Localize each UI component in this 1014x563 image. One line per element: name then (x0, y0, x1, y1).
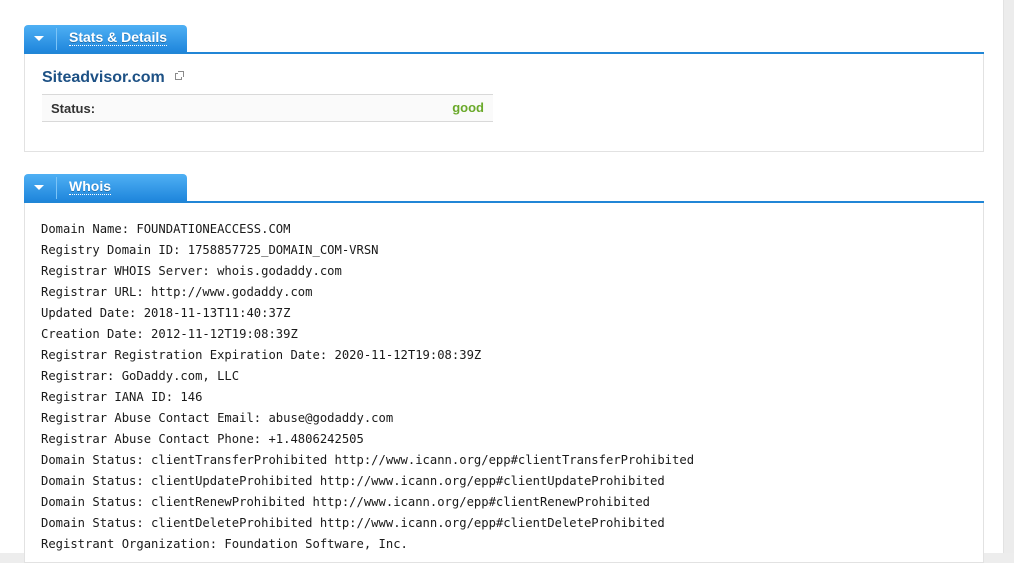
whois-panel: Domain Name: FOUNDATIONEACCESS.COM Regis… (24, 203, 984, 563)
caret-down-icon[interactable] (34, 185, 44, 190)
stats-details-panel: Siteadvisor.com Status: good (24, 54, 984, 152)
status-value: good (452, 100, 484, 115)
tab-divider (56, 177, 57, 199)
whois-line: Registrar URL: http://www.godaddy.com (41, 285, 313, 299)
whois-line: Registry Domain ID: 1758857725_DOMAIN_CO… (41, 243, 379, 257)
whois-line: Registrar IANA ID: 146 (41, 390, 203, 404)
whois-line: Domain Status: clientDeleteProhibited ht… (41, 516, 665, 530)
whois-line: Registrar Registration Expiration Date: … (41, 348, 482, 362)
stats-details-tab[interactable]: Stats & Details (24, 25, 187, 52)
siteadvisor-link[interactable]: Siteadvisor.com (42, 69, 165, 87)
whois-line: Updated Date: 2018-11-13T11:40:37Z (41, 306, 291, 320)
tab-divider (56, 28, 57, 50)
external-link-icon[interactable] (175, 71, 184, 80)
whois-tab[interactable]: Whois (24, 174, 187, 201)
caret-down-icon[interactable] (34, 36, 44, 41)
whois-tab-bar: Whois (24, 174, 984, 203)
whois-section: Whois Domain Name: FOUNDATIONEACCESS.COM… (24, 174, 984, 563)
whois-line: Registrar: GoDaddy.com, LLC (41, 369, 240, 383)
whois-line: Domain Status: clientUpdateProhibited ht… (41, 474, 665, 488)
whois-line: Registrar Abuse Contact Phone: +1.480624… (41, 432, 364, 446)
stats-details-tab-title[interactable]: Stats & Details (69, 29, 168, 46)
stats-details-section: Stats & Details Siteadvisor.com Status: … (24, 25, 984, 152)
status-row: Status: good (42, 94, 493, 122)
page: Stats & Details Siteadvisor.com Status: … (0, 0, 1003, 563)
stats-tab-bar: Stats & Details (24, 25, 984, 54)
whois-line: Registrant Organization: Foundation Soft… (41, 537, 408, 551)
status-label: Status: (51, 101, 96, 116)
whois-line: Registrar Abuse Contact Email: abuse@god… (41, 411, 394, 425)
whois-tab-title[interactable]: Whois (69, 178, 111, 195)
page-gutter (1003, 0, 1014, 553)
whois-line: Registrar WHOIS Server: whois.godaddy.co… (41, 264, 342, 278)
whois-line: Domain Status: clientTransferProhibited … (41, 453, 695, 467)
whois-line: Domain Status: clientRenewProhibited htt… (41, 495, 651, 509)
whois-line: Creation Date: 2012-11-12T19:08:39Z (41, 327, 298, 341)
whois-line: Domain Name: FOUNDATIONEACCESS.COM (41, 222, 291, 236)
